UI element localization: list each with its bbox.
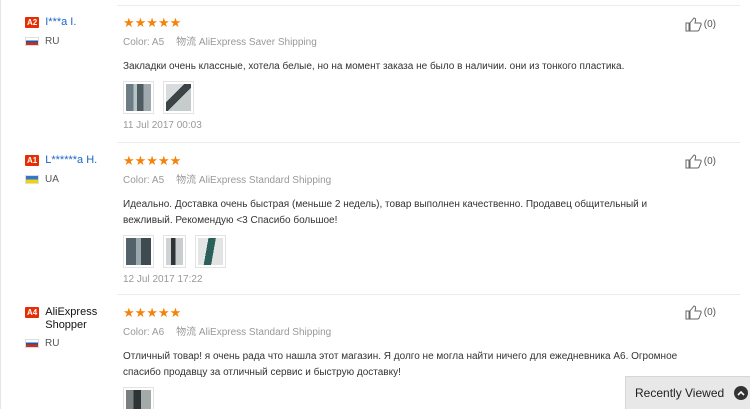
review-text: Отличный товар! я очень рада что нашла э… — [123, 351, 678, 378]
helpful-count: (0) — [703, 156, 716, 167]
buyer-level-badge: A2 — [25, 17, 40, 28]
thumbs-up-icon — [685, 154, 702, 169]
review-photo-thumb[interactable] — [123, 81, 154, 114]
review-body: ★★★★★ Color: A5 物流 AliExpress Saver Shipp… — [123, 16, 693, 131]
chevron-up-icon — [734, 386, 749, 400]
helpful-button[interactable]: (0) — [685, 154, 716, 169]
review-meta: Color: A5 物流 AliExpress Saver Shipping — [123, 37, 693, 49]
review-meta: Color: A6 物流 AliExpress Standard Shipping — [123, 327, 693, 339]
helpful-count: (0) — [703, 307, 716, 318]
buyer-country: UA — [25, 174, 115, 185]
thumbs-up-icon — [685, 17, 702, 32]
review-date: 11 Jul 2017 00:03 — [123, 120, 202, 131]
review-separator — [117, 294, 740, 295]
review-photos — [123, 387, 693, 409]
review-photo-thumb[interactable] — [123, 235, 154, 268]
review-photo-thumb[interactable] — [195, 235, 226, 268]
buyer-info: A2 I***a I. RU — [25, 16, 115, 47]
review-photo-thumb[interactable] — [163, 235, 186, 268]
buyer-info: A4 AliExpress Shopper RU — [25, 306, 115, 349]
review-photos — [123, 81, 693, 114]
review-separator — [117, 142, 740, 143]
review-body: ★★★★★ Color: A5 物流 AliExpress Standard Sh… — [123, 154, 693, 285]
country-code: RU — [45, 36, 60, 47]
buyer-name: AliExpress Shopper — [45, 306, 98, 331]
star-rating: ★★★★★ — [123, 305, 182, 320]
review-photo-thumb[interactable] — [163, 81, 194, 114]
helpful-button[interactable]: (0) — [685, 17, 716, 32]
country-code: RU — [45, 338, 60, 349]
review-photo-thumb[interactable] — [123, 387, 154, 409]
helpful-count: (0) — [703, 19, 716, 30]
buyer-level-badge: A1 — [25, 155, 40, 166]
buyer-country: RU — [25, 36, 115, 47]
logistics-icon: 物流 — [176, 175, 197, 186]
recently-viewed-label: Recently Viewed — [635, 386, 725, 400]
star-rating: ★★★★★ — [123, 153, 182, 168]
review-body: ★★★★★ Color: A6 物流 AliExpress Standard Sh… — [123, 306, 693, 409]
recently-viewed-button[interactable]: Recently Viewed — [625, 376, 750, 409]
review-photos — [123, 235, 693, 268]
russia-flag-icon — [25, 37, 39, 46]
product-color: Color: A5 — [123, 175, 165, 186]
star-rating: ★★★★★ — [123, 15, 182, 30]
thumbs-up-icon — [685, 305, 702, 320]
buyer-name[interactable]: I***a I. — [45, 16, 76, 29]
buyer-level-badge: A4 — [25, 307, 40, 318]
review-meta: Color: A5 物流 AliExpress Standard Shipping — [123, 175, 693, 187]
review-text: Идеально. Доставка очень быстрая (меньше… — [123, 199, 648, 226]
logistics-icon: 物流 — [176, 37, 197, 48]
russia-flag-icon — [25, 339, 39, 348]
buyer-name[interactable]: L******a H. — [45, 154, 97, 167]
buyer-country: RU — [25, 338, 115, 349]
review-date: 12 Jul 2017 17:22 — [123, 274, 203, 285]
review-separator — [117, 5, 740, 6]
shipping-method: AliExpress Standard Shipping — [198, 175, 332, 186]
shipping-method: AliExpress Standard Shipping — [198, 327, 332, 338]
helpful-button[interactable]: (0) — [685, 305, 716, 320]
product-color: Color: A5 — [123, 37, 165, 48]
review-text: Закладки очень классные, хотела белые, н… — [123, 61, 625, 72]
shipping-method: AliExpress Saver Shipping — [198, 37, 317, 48]
country-code: UA — [45, 174, 59, 185]
logistics-icon: 物流 — [176, 327, 197, 338]
product-color: Color: A6 — [123, 327, 165, 338]
buyer-info: A1 L******a H. UA — [25, 154, 115, 185]
ukraine-flag-icon — [25, 175, 39, 184]
